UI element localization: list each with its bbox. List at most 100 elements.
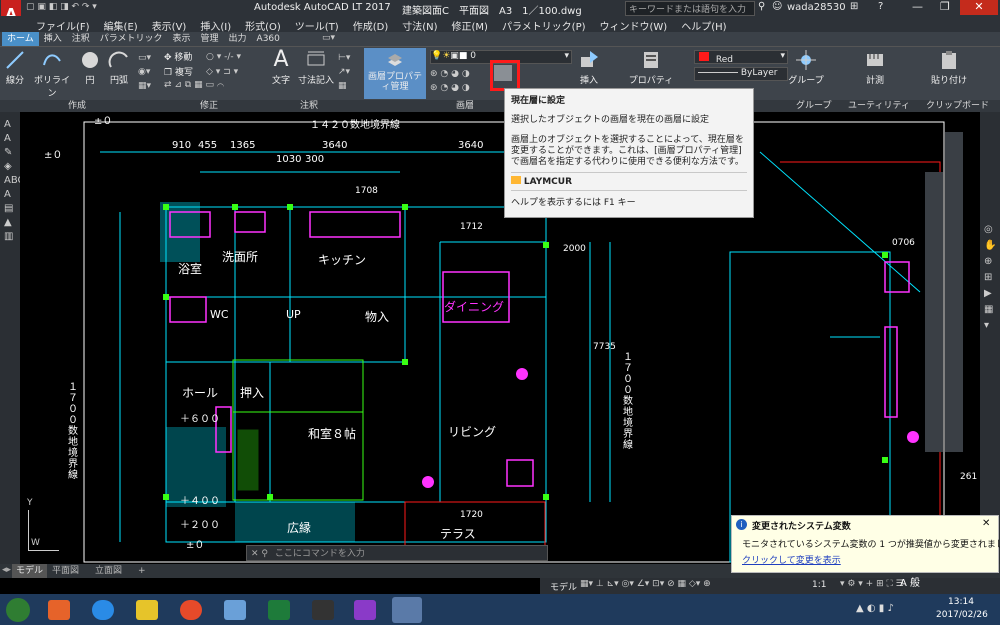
start-button[interactable] <box>6 598 30 622</box>
taskbar-hpb-icon[interactable] <box>312 600 334 620</box>
measure-button[interactable]: 計測 <box>860 49 890 86</box>
menu-item[interactable]: 表示(V) <box>152 18 187 33</box>
panel-label-modify[interactable]: 修正 <box>200 100 218 112</box>
panel-label-clipboard[interactable]: クリップボード <box>926 100 989 112</box>
binoculars-icon[interactable]: ⚲ <box>758 1 765 12</box>
ribbon-tab[interactable]: パラメトリック <box>95 32 168 46</box>
menu-item[interactable]: 寸法(N) <box>402 18 437 33</box>
clock-time[interactable]: 13:14 <box>948 597 974 607</box>
ribbon-toggle-icon[interactable]: ▭▾ <box>322 33 335 43</box>
panel-label-utility[interactable]: ユーティリティ <box>848 100 910 112</box>
move-button[interactable]: ✥ 移動 <box>164 50 204 63</box>
annotation-small-tools[interactable]: ⊢▾ ↗▾ ▦ <box>338 51 360 93</box>
panel-label-layer[interactable]: 画層 <box>456 100 474 112</box>
modify-small-tools[interactable]: ⇄ ⊿ ⧉ ▦ ▭ ⌒ <box>164 80 260 90</box>
polyline-button[interactable]: ポリライン <box>30 49 74 99</box>
restore-button[interactable]: ❐ <box>940 0 950 13</box>
ribbon-tab[interactable]: 注釈 <box>67 32 95 46</box>
taskbar-media-icon[interactable] <box>48 600 70 620</box>
properties-icon <box>644 52 658 68</box>
room-label: 押入 <box>240 386 265 400</box>
notification-close-button[interactable]: ✕ <box>982 518 990 529</box>
taskbar-chrome-icon[interactable] <box>180 600 202 620</box>
ribbon-tab[interactable]: 挿入 <box>39 32 67 46</box>
taskbar-autocad-icon[interactable] <box>392 597 422 623</box>
group-button[interactable]: グループ <box>788 49 824 86</box>
menu-item[interactable]: ウィンドウ(W) <box>600 18 668 33</box>
drawing-canvas[interactable]: １４２０数地境界線 １７００数地境界線 １７００数地境界線 浴室 洗面所 キッチ… <box>20 112 980 564</box>
notification-link[interactable]: クリックして変更を表示 <box>742 553 841 566</box>
help-icon[interactable]: ? <box>878 1 883 12</box>
lock-icon: ▣ <box>450 51 459 61</box>
insert-button[interactable]: 挿入 <box>574 49 604 86</box>
layout-tab-add[interactable]: + <box>138 564 146 578</box>
layout-nav-arrows[interactable]: ◂▸ <box>2 565 11 575</box>
ribbon-tab[interactable]: 表示 <box>168 32 196 46</box>
menu-item[interactable]: ヘルプ(H) <box>681 18 726 33</box>
command-line[interactable]: ✕ ⚲ ここにコマンドを入力 <box>246 545 548 561</box>
dimension-icon <box>307 51 325 66</box>
menu-item[interactable]: 編集(E) <box>104 18 138 33</box>
text-button[interactable]: A 文字 <box>268 49 294 87</box>
taskbar-game-icon[interactable] <box>354 600 376 620</box>
panel-label-annotation[interactable]: 注釈 <box>300 100 318 112</box>
clock-date[interactable]: 2017/02/26 <box>936 610 988 620</box>
navigation-icons[interactable]: ◎ ✋ ⊕ ⊞ ▶ ▦ ▾ <box>980 112 1000 334</box>
dimension-label: 1365 <box>230 140 256 151</box>
dimension-button[interactable]: 寸法記入 <box>296 49 336 86</box>
properties-button[interactable]: プロパティ <box>628 49 674 86</box>
ribbon-tab[interactable]: ホーム <box>2 32 39 46</box>
draw-small-tools[interactable]: ▭▾ ◉▾ ▦▾ <box>138 51 160 95</box>
user-name[interactable]: wada28530 <box>787 2 846 13</box>
copy-button[interactable]: ❐ 複写 <box>164 65 204 78</box>
ribbon-tab[interactable]: 出力 <box>224 32 252 46</box>
line-icon <box>6 51 24 69</box>
modify-tools-grid[interactable]: ○ ▾ -/- ▾ ◇ ▾ ⊐ ▾ <box>206 50 262 80</box>
cart-icon[interactable]: ⊞ <box>850 1 858 12</box>
menu-item[interactable]: 形式(O) <box>245 18 281 33</box>
search-input[interactable]: キーワードまたは語句を入力 <box>625 1 755 16</box>
minimize-button[interactable]: — <box>912 0 923 13</box>
ime-indicator[interactable]: A 般 <box>900 574 920 589</box>
taskbar-mail-icon[interactable] <box>224 600 246 620</box>
layer-small-tools[interactable]: ⊛ ◔ ◕ ◑ ⊛ ◔ ◕ ◑ <box>430 67 490 95</box>
model-space-button[interactable]: モデル <box>550 580 577 593</box>
left-tool-icons[interactable]: A A ✎ ◈ ABC A ▤ ▲ ▥ <box>0 112 25 244</box>
arc-button[interactable]: 円弧 <box>104 49 134 86</box>
ribbon-tab[interactable]: A360 <box>252 32 285 46</box>
taskbar-ie-icon[interactable] <box>92 600 114 620</box>
layout-tab-elevation[interactable]: 立面図 <box>95 564 122 578</box>
status-toggle-icons[interactable]: ▦▾ ⊥ ⊾▾ ◎▾ ∠▾ ⊡▾ ⊘ ▦ ◇▾ ⊕ <box>580 579 711 589</box>
status-tail-icons[interactable]: ▾ ⚙ ▾ + ⊞ ⛶ ☰ <box>840 579 904 589</box>
linetype-dropdown[interactable]: ByLayer <box>694 67 788 81</box>
layout-tab-plan[interactable]: 平面図 <box>52 564 79 578</box>
ribbon-tab-list: ホーム 挿入 注釈 パラメトリック 表示 管理 出力 A360 <box>2 32 285 46</box>
menu-item[interactable]: ツール(T) <box>295 18 339 33</box>
panel-label-draw[interactable]: 作成 <box>68 100 86 112</box>
ribbon-tab[interactable]: 管理 <box>196 32 224 46</box>
panel-label-group[interactable]: グループ <box>796 100 831 112</box>
layer-palette-tab[interactable] <box>945 132 963 452</box>
menu-item[interactable]: ファイル(F) <box>36 18 90 33</box>
circle-button[interactable]: 円 <box>78 49 102 86</box>
color-dropdown[interactable]: Red ▾ <box>694 50 788 65</box>
mid-boundary-label: １７００数地境界線 <box>623 352 633 451</box>
command-close-icon[interactable]: ✕ ⚲ <box>251 549 268 559</box>
taskbar-folder-icon[interactable] <box>136 600 158 620</box>
properties-palette-tab[interactable] <box>925 172 943 452</box>
level-mark: ＋４００ <box>180 496 220 507</box>
line-button[interactable]: 線分 <box>2 49 28 86</box>
menu-item[interactable]: 挿入(I) <box>200 18 231 33</box>
tray-icons[interactable]: ▲ ◐ ▮ ♪ <box>856 603 894 614</box>
layer-properties-button[interactable]: 画層プロパティ管理 <box>364 48 426 99</box>
annotation-scale[interactable]: 1:1 <box>812 580 826 590</box>
menu-item[interactable]: パラメトリック(P) <box>502 18 586 33</box>
menu-item[interactable]: 作成(D) <box>353 18 389 33</box>
quick-access-toolbar[interactable]: ▢ ▣ ◧ ◨ ↶ ↷ ▾ <box>26 2 97 12</box>
paste-button[interactable]: 貼り付け <box>926 49 972 86</box>
close-button[interactable]: ✕ <box>960 0 998 15</box>
layout-tab-model[interactable]: モデル <box>12 564 48 578</box>
insert-block-icon <box>581 51 598 67</box>
menu-item[interactable]: 修正(M) <box>452 18 488 33</box>
taskbar-excel-icon[interactable] <box>268 600 290 620</box>
